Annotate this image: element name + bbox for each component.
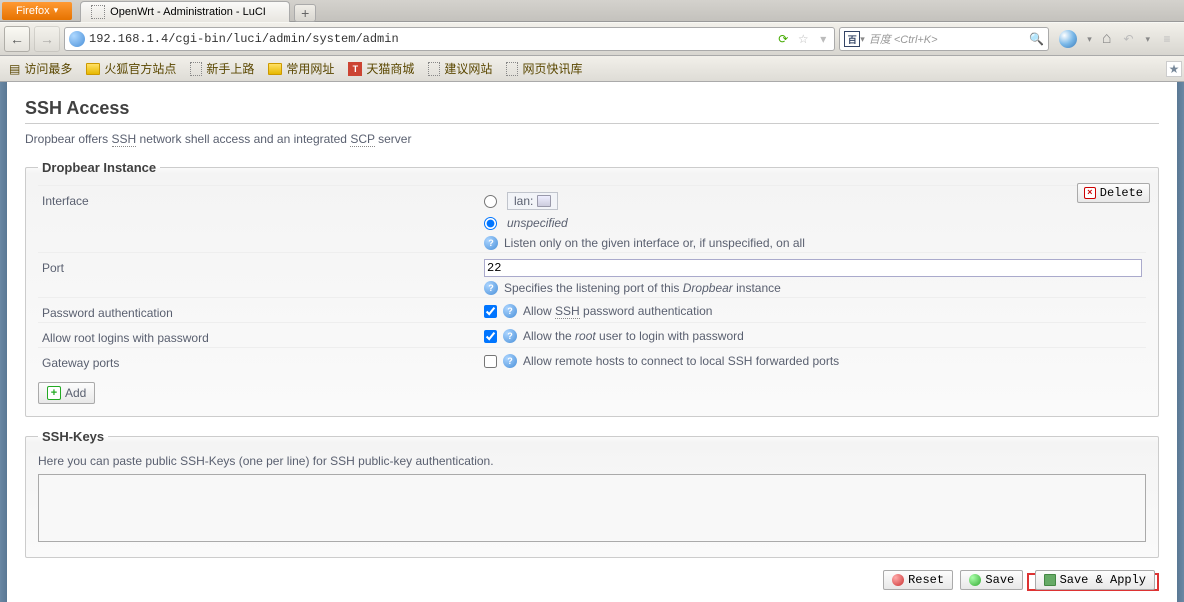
root-login-hint: Allow the root user to login with passwo…: [523, 329, 744, 343]
info-icon: ?: [484, 281, 498, 295]
info-icon: ?: [503, 329, 517, 343]
network-icon: [537, 195, 551, 207]
new-tab-button[interactable]: +: [294, 4, 316, 22]
browser-nav-bar: ← → ⟳ ☆ ▾ 百 ▾ 百度 <Ctrl+K> 🔍 ▾ ⌂ ↶ ▾ ≡: [0, 22, 1184, 56]
reset-icon: [892, 574, 904, 586]
tmall-icon: T: [348, 62, 362, 76]
action-row: Reset Save Save & Apply: [25, 570, 1159, 590]
page-title: SSH Access: [25, 98, 1159, 119]
search-placeholder: 百度 <Ctrl+K>: [865, 31, 1030, 47]
bookmark-firefox-official[interactable]: 火狐官方站点: [81, 58, 181, 79]
save-apply-button[interactable]: Save & Apply: [1035, 570, 1155, 590]
gateway-ports-hint: Allow remote hosts to connect to local S…: [523, 354, 839, 368]
dropdown-icon[interactable]: ▾: [816, 32, 830, 46]
baidu-icon: 百: [844, 31, 860, 47]
dropbear-instance-fieldset: Dropbear Instance × Delete Interface lan…: [25, 160, 1159, 417]
browser-tab[interactable]: OpenWrt - Administration - LuCI: [80, 1, 290, 22]
folder-icon: [268, 63, 282, 75]
bookmark-most-visited[interactable]: ▤访问最多: [4, 58, 77, 79]
info-icon: ?: [503, 304, 517, 318]
root-login-label: Allow root logins with password: [42, 329, 484, 345]
bookmarks-toolbar: ▤访问最多 火狐官方站点 新手上路 常用网址 T天猫商城 建议网站 网页快讯库 …: [0, 56, 1184, 82]
save-icon: [969, 574, 981, 586]
lan-badge: lan:: [507, 192, 558, 210]
info-icon: ?: [503, 354, 517, 368]
delete-button[interactable]: × Delete: [1077, 183, 1150, 203]
password-auth-hint: Allow SSH password authentication: [523, 304, 712, 318]
page-icon: [91, 5, 105, 19]
home-icon[interactable]: ⌂: [1102, 30, 1112, 48]
tab-title: OpenWrt - Administration - LuCI: [110, 6, 266, 18]
folder-icon: [86, 63, 100, 75]
reset-button[interactable]: Reset: [883, 570, 953, 590]
highlight-box: Save & Apply: [1027, 573, 1159, 591]
back-button[interactable]: ←: [4, 26, 30, 52]
list-icon: ▤: [9, 62, 20, 76]
fieldset-legend: SSH-Keys: [38, 429, 108, 444]
bookmark-quickdial[interactable]: 网页快讯库: [501, 58, 587, 79]
forward-button[interactable]: →: [34, 26, 60, 52]
search-icon[interactable]: 🔍: [1029, 32, 1044, 46]
page-description: Dropbear offers SSH network shell access…: [25, 132, 1159, 146]
page-icon: [190, 62, 202, 76]
port-hint: Specifies the listening port of this Dro…: [504, 281, 781, 295]
unspecified-label: unspecified: [507, 216, 568, 230]
save-apply-icon: [1044, 574, 1056, 586]
bookmark-suggested[interactable]: 建议网站: [423, 58, 497, 79]
password-auth-label: Password authentication: [42, 304, 484, 320]
url-bar[interactable]: ⟳ ☆ ▾: [64, 27, 835, 51]
interface-lan-radio[interactable]: [484, 195, 497, 208]
fieldset-legend: Dropbear Instance: [38, 160, 160, 175]
bookmark-common-sites[interactable]: 常用网址: [263, 58, 339, 79]
bookmark-newbie[interactable]: 新手上路: [185, 58, 259, 79]
menu-list-icon[interactable]: ≡: [1160, 32, 1174, 46]
ssh-keys-textarea[interactable]: [38, 474, 1146, 542]
delete-icon: ×: [1084, 187, 1096, 199]
history-back-icon[interactable]: ↶: [1121, 32, 1135, 46]
bookmark-star-button[interactable]: ★: [1166, 61, 1182, 77]
page-icon: [506, 62, 518, 76]
add-button[interactable]: + Add: [38, 382, 95, 404]
page-icon: [428, 62, 440, 76]
interface-label: Interface: [42, 192, 484, 250]
port-input[interactable]: [484, 259, 1142, 277]
port-label: Port: [42, 259, 484, 295]
root-login-checkbox[interactable]: [484, 330, 497, 343]
bookmark-tmall[interactable]: T天猫商城: [343, 58, 419, 79]
gateway-ports-checkbox[interactable]: [484, 355, 497, 368]
bookmark-star-icon[interactable]: ☆: [796, 32, 810, 46]
gateway-ports-label: Gateway ports: [42, 354, 484, 370]
ssh-keys-description: Here you can paste public SSH-Keys (one …: [38, 454, 1146, 468]
info-icon: ?: [484, 236, 498, 250]
firefox-menu-button[interactable]: Firefox: [2, 2, 72, 20]
ssh-keys-fieldset: SSH-Keys Here you can paste public SSH-K…: [25, 429, 1159, 558]
url-input[interactable]: [89, 32, 772, 46]
browser-search-box[interactable]: 百 ▾ 百度 <Ctrl+K> 🔍: [839, 27, 1049, 51]
globe-icon: [69, 31, 85, 47]
reload-icon[interactable]: ⟳: [776, 32, 790, 46]
interface-hint: Listen only on the given interface or, i…: [504, 236, 805, 250]
save-button[interactable]: Save: [960, 570, 1023, 590]
browser-menu-bar: Firefox OpenWrt - Administration - LuCI …: [0, 0, 1184, 22]
add-icon: +: [47, 386, 61, 400]
password-auth-checkbox[interactable]: [484, 305, 497, 318]
interface-unspecified-radio[interactable]: [484, 217, 497, 230]
addon-globe-icon[interactable]: [1059, 30, 1077, 48]
